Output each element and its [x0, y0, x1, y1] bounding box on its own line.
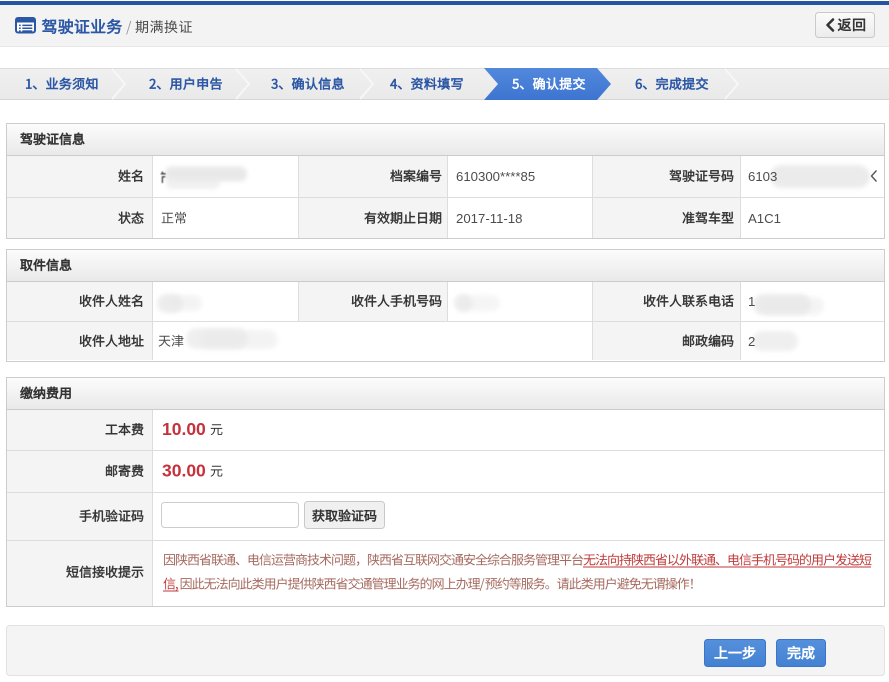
svg-text:30.00: 30.00: [162, 461, 206, 481]
svg-text:A1C1: A1C1: [748, 211, 781, 226]
svg-text:1: 1: [748, 294, 755, 309]
svg-text:2017-11-18: 2017-11-18: [456, 211, 522, 226]
svg-text:610300****85: 610300****85: [456, 169, 535, 184]
svg-text:10.00: 10.00: [162, 419, 206, 439]
svg-text:6103: 6103: [748, 169, 777, 184]
svg-text:2: 2: [748, 334, 755, 349]
